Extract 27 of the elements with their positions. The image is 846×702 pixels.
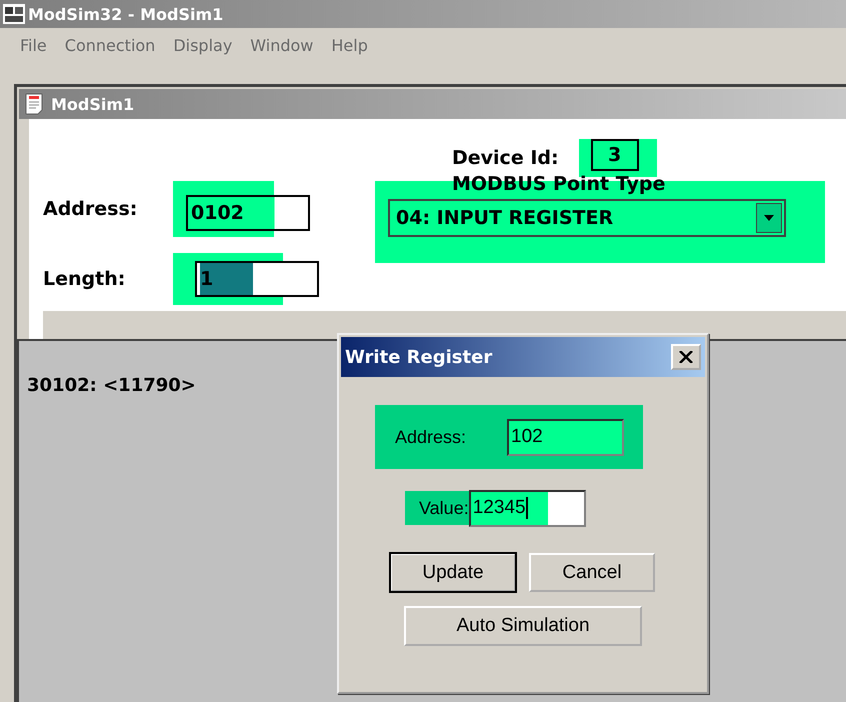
auto-simulation-button[interactable]: Auto Simulation (404, 606, 642, 646)
window-title: ModSim32 - ModSim1 (28, 4, 224, 24)
register-reading: 30102: <11790> (27, 375, 197, 396)
close-button[interactable] (671, 344, 701, 370)
dropdown-arrow-icon (764, 215, 774, 221)
app-icon (2, 3, 26, 25)
address-field[interactable]: 0102 (186, 195, 310, 231)
length-field[interactable]: 1 (195, 261, 319, 297)
input-field[interactable]: 12345 (468, 490, 586, 526)
menu-item[interactable]: Display (165, 34, 240, 56)
device-id-field[interactable]: 3 (590, 139, 639, 171)
point-type-dropdown[interactable]: 04: INPUT REGISTER (388, 199, 786, 237)
menu-item[interactable]: Connection (56, 34, 164, 56)
dialog-button[interactable]: Update (390, 553, 516, 592)
field-label: Address: (395, 426, 468, 448)
dialog-button[interactable]: Cancel (529, 553, 655, 592)
menu-item[interactable]: Window (242, 34, 322, 56)
input-field[interactable]: 102 (507, 418, 624, 456)
menu-item[interactable]: File (12, 34, 55, 56)
menu-item[interactable]: Help (323, 34, 376, 56)
close-icon (679, 351, 693, 363)
field-label: Length: (43, 268, 126, 290)
field-label: Address: (43, 198, 138, 220)
field-label: Value: (419, 498, 469, 518)
dialog-title: Write Register (345, 346, 492, 368)
child-window-title: ModSim1 (51, 94, 134, 114)
field-label: Device Id: (452, 147, 559, 169)
